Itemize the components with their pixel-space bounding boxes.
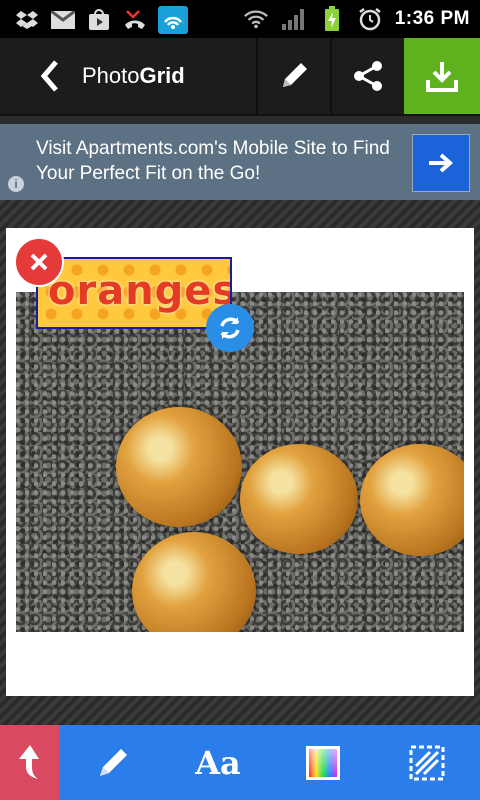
brush-button[interactable] [78,725,148,800]
play-store-icon [86,7,112,33]
gmail-icon [50,7,76,33]
frame-button[interactable] [392,725,462,800]
chevron-left-icon [40,60,58,92]
share-icon [354,61,382,91]
rotate-sticker-button[interactable] [206,304,254,352]
battery-charging-icon [319,6,345,32]
brush-icon [100,748,127,776]
color-button[interactable] [288,725,358,800]
orange [132,532,256,632]
bottom-toolbar: Aa [0,725,480,800]
signal-icon [281,6,307,32]
color-palette-icon [306,745,340,780]
orange [240,444,358,554]
undo-icon [19,744,39,779]
dropbox-icon [14,7,40,33]
ad-banner[interactable]: Visit Apartments.com's Mobile Site to Fi… [0,124,480,200]
ad-text[interactable]: Visit Apartments.com's Mobile Site to Fi… [36,136,396,186]
wifi-app-icon [158,6,188,34]
missed-call-icon [122,7,148,33]
download-icon [426,62,458,92]
edit-button[interactable] [258,38,330,114]
info-icon[interactable]: i [8,176,24,192]
ad-go-button[interactable] [412,134,470,192]
back-button[interactable] [36,58,66,94]
app-bar: PhotoGrid [0,38,480,116]
status-bar: 1:36 PM [0,0,480,38]
download-button[interactable] [404,38,480,114]
orange [116,407,242,527]
app-title: PhotoGrid [82,63,185,89]
frame-icon [409,745,445,780]
close-icon [30,253,48,271]
arrow-right-icon [429,153,454,173]
share-button[interactable] [332,38,404,114]
undo-button[interactable] [0,725,60,800]
text-tool-button[interactable]: Aa [183,725,253,800]
orange [360,444,464,556]
edit-icon [283,63,307,87]
text-sticker[interactable]: oranges [36,257,232,329]
app-title-bold: Grid [139,63,185,88]
wifi-icon [243,6,269,32]
clock: 1:36 PM [394,8,470,29]
app-title-prefix: Photo [82,63,140,88]
rotate-icon [220,317,240,339]
alarm-icon [357,6,383,32]
sticker-text: oranges [48,268,232,314]
delete-sticker-button[interactable] [14,237,64,287]
